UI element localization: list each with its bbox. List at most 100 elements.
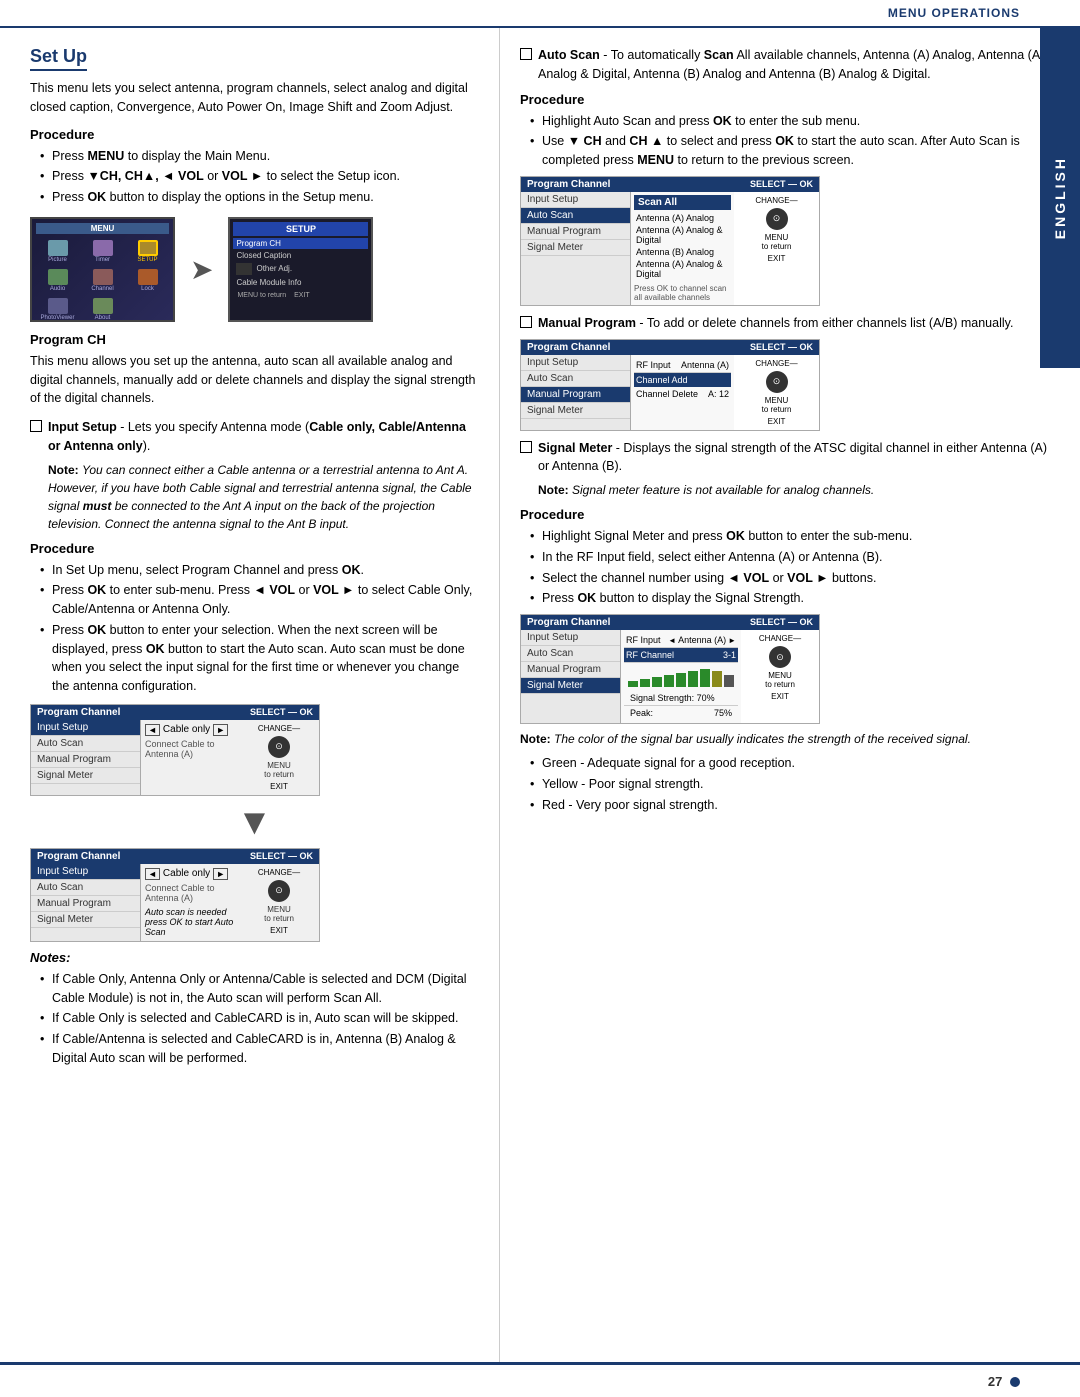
notes-label: Notes: <box>30 950 479 965</box>
right-column: ENGLISH Auto Scan - To automatically Sca… <box>500 28 1080 1362</box>
note-item-2: If Cable Only is selected and CableCARD … <box>40 1009 479 1028</box>
page-footer: 27 <box>0 1362 1080 1397</box>
cable-only-row-2: ◄ Cable only ► <box>145 868 235 880</box>
input-setup-checkbox <box>30 420 42 432</box>
signal-meter-note: Note: Signal meter feature is not availa… <box>538 481 1060 499</box>
menu-item-setup: SETUP <box>126 238 169 265</box>
setup-nav: MENU to return EXIT <box>233 289 368 302</box>
signal-meter-proc-2: In the RF Input field, select either Ant… <box>530 548 1060 567</box>
connect-cable-note-1: Connect Cable to Antenna (A) <box>145 739 235 759</box>
signal-strength-label: Signal Strength: 70% <box>630 693 715 703</box>
channel-add-row: Channel Add <box>634 373 731 387</box>
peak-row: Peak: 75% <box>624 705 738 720</box>
manual-prog-right: CHANGE— ⊙ MENUto return EXIT <box>734 355 819 430</box>
menu-input-setup-1: Input Setup <box>31 720 140 736</box>
about-icon <box>93 298 113 314</box>
signal-meter-text: Signal Meter - Displays the signal stren… <box>538 439 1060 477</box>
auto-scan-proc-1: Highlight Auto Scan and press OK to ente… <box>530 112 1060 131</box>
prog-channel-header-1: Program Channel SELECT — OK <box>31 705 319 720</box>
color-note: Note: The color of the signal bar usuall… <box>520 730 1060 748</box>
intro-text: This menu lets you select antenna, progr… <box>30 79 479 117</box>
english-sidebar: ENGLISH <box>1040 28 1080 368</box>
input-setup-item: Input Setup - Lets you specify Antenna m… <box>30 418 479 456</box>
menu-signal-meter-2: Signal Meter <box>31 912 140 928</box>
signal-menu-manual-program: Manual Program <box>521 662 620 678</box>
prog-channel-menu-2: Input Setup Auto Scan Manual Program Sig… <box>31 864 141 941</box>
signal-strength-row: Signal Strength: 70% <box>624 691 738 705</box>
prog-channel-title-1: Program Channel <box>37 707 120 718</box>
procedure1-item-1: Press MENU to display the Main Menu. <box>40 147 479 166</box>
scan-menu-manual-program: Manual Program <box>521 224 630 240</box>
sbar-8 <box>712 671 722 687</box>
note-cable-text: Note: You can connect either a Cable ant… <box>48 461 479 533</box>
setup-item-cablemodule: Cable Module Info <box>233 277 368 288</box>
photoviewer-icon <box>48 298 68 314</box>
prog-channel-menu-1: Input Setup Auto Scan Manual Program Sig… <box>31 720 141 795</box>
note-item-3: If Cable/Antenna is selected and CableCA… <box>40 1030 479 1068</box>
signal-meter-menu: Input Setup Auto Scan Manual Program Sig… <box>521 630 621 723</box>
signal-bar-container <box>628 667 734 687</box>
manual-menu-auto-scan: Auto Scan <box>521 371 630 387</box>
prog-channel-header-2: Program Channel SELECT — OK <box>31 849 319 864</box>
menu-item-photoviewer: PhotoViewer <box>36 296 79 323</box>
manual-menu-signal-meter: Signal Meter <box>521 403 630 419</box>
prog-channel-select-1: SELECT — OK <box>250 707 313 718</box>
arrow-down-icon: ▼ <box>30 804 479 840</box>
color-red: Red - Very poor signal strength. <box>530 796 1060 815</box>
signal-menu-input-setup: Input Setup <box>521 630 620 646</box>
sbar-4 <box>664 675 674 687</box>
signal-meter-proc-4: Press OK button to display the Signal St… <box>530 589 1060 608</box>
sbar-5 <box>676 673 686 687</box>
auto-scan-content: Scan All Antenna (A) Analog Antenna (A) … <box>631 192 734 305</box>
signal-meter-proc-3: Select the channel number using ◄ VOL or… <box>530 569 1060 588</box>
setup-menu-screenshot: SETUP Program CH Closed Caption Other Ad… <box>228 217 373 322</box>
manual-program-item: Manual Program - To add or delete channe… <box>520 314 1060 333</box>
signal-meter-content: RF Input ◄ Antenna (A) ► RF Channel 3-1 <box>621 630 741 723</box>
channel-delete-row: Channel Delete A: 12 <box>634 387 731 401</box>
auto-scan-screenshot: Program Channel SELECT — OK Input Setup … <box>520 176 820 306</box>
auto-scan-item: Auto Scan - To automatically Scan All av… <box>520 46 1060 84</box>
procedure1-list: Press MENU to display the Main Menu. Pre… <box>30 147 479 207</box>
page-number: 27 <box>988 1374 1020 1389</box>
prog-channel-title-2: Program Channel <box>37 851 120 862</box>
auto-scan-procedure-list: Highlight Auto Scan and press OK to ente… <box>520 112 1060 170</box>
prog-channel-right-1: CHANGE— ⊙ MENUto return EXIT <box>239 720 319 795</box>
procedure2-title: Procedure <box>30 541 479 556</box>
signal-meter-body: Input Setup Auto Scan Manual Program Sig… <box>521 630 819 723</box>
manual-prog-screenshot: Program Channel SELECT — OK Input Setup … <box>520 339 820 431</box>
antenna-a-analog-digital: Antenna (A) Analog & Digital <box>634 224 731 246</box>
signal-meter-header: Program Channel SELECT — OK <box>521 615 819 630</box>
color-green: Green - Adequate signal for a good recep… <box>530 754 1060 773</box>
antenna-a-analog: Antenna (A) Analog <box>634 212 731 224</box>
signal-meter-procedure-list: Highlight Signal Meter and press OK butt… <box>520 527 1060 608</box>
auto-scan-text: Auto Scan - To automatically Scan All av… <box>538 46 1060 84</box>
nav-circle-1: ⊙ <box>268 736 290 758</box>
prog-channel-body-1: Input Setup Auto Scan Manual Program Sig… <box>31 720 319 795</box>
header-title: Menu Operations <box>888 6 1020 20</box>
sbar-9 <box>724 675 734 687</box>
menu-grid: Picture Timer SETUP Audio <box>36 238 169 323</box>
auto-scan-header: Program Channel SELECT — OK <box>521 177 819 192</box>
scan-menu-auto-scan: Auto Scan <box>521 208 630 224</box>
sm-rf-channel-row: RF Channel 3-1 <box>624 648 738 663</box>
note-cable: Note: You can connect either a Cable ant… <box>48 461 479 533</box>
programch-title: Program CH <box>30 332 479 347</box>
timer-icon <box>93 240 113 256</box>
manual-prog-content: RF Input Antenna (A) Channel Add Channel… <box>631 355 734 430</box>
prog-channel-body-2: Input Setup Auto Scan Manual Program Sig… <box>31 864 319 941</box>
picture-icon <box>48 240 68 256</box>
procedure1-item-3: Press OK button to display the options i… <box>40 188 479 207</box>
menu-input-setup-2: Input Setup <box>31 864 140 880</box>
channel-icon <box>93 269 113 285</box>
nav-circle-2: ⊙ <box>268 880 290 902</box>
menu-manual-program-1: Manual Program <box>31 752 140 768</box>
top-bar: Menu Operations <box>0 0 1080 28</box>
lock-icon <box>138 269 158 285</box>
auto-scan-body: Input Setup Auto Scan Manual Program Sig… <box>521 192 819 305</box>
menu-manual-program-2: Manual Program <box>31 896 140 912</box>
auto-scan-menu: Input Setup Auto Scan Manual Program Sig… <box>521 192 631 305</box>
menu-screenshots: MENU Picture Timer SETUP <box>30 217 479 322</box>
page-container: Menu Operations Set Up This menu lets yo… <box>0 0 1080 1397</box>
peak-value: 75% <box>714 708 732 718</box>
procedure2-item-2: Press OK to enter sub-menu. Press ◄ VOL … <box>40 581 479 619</box>
